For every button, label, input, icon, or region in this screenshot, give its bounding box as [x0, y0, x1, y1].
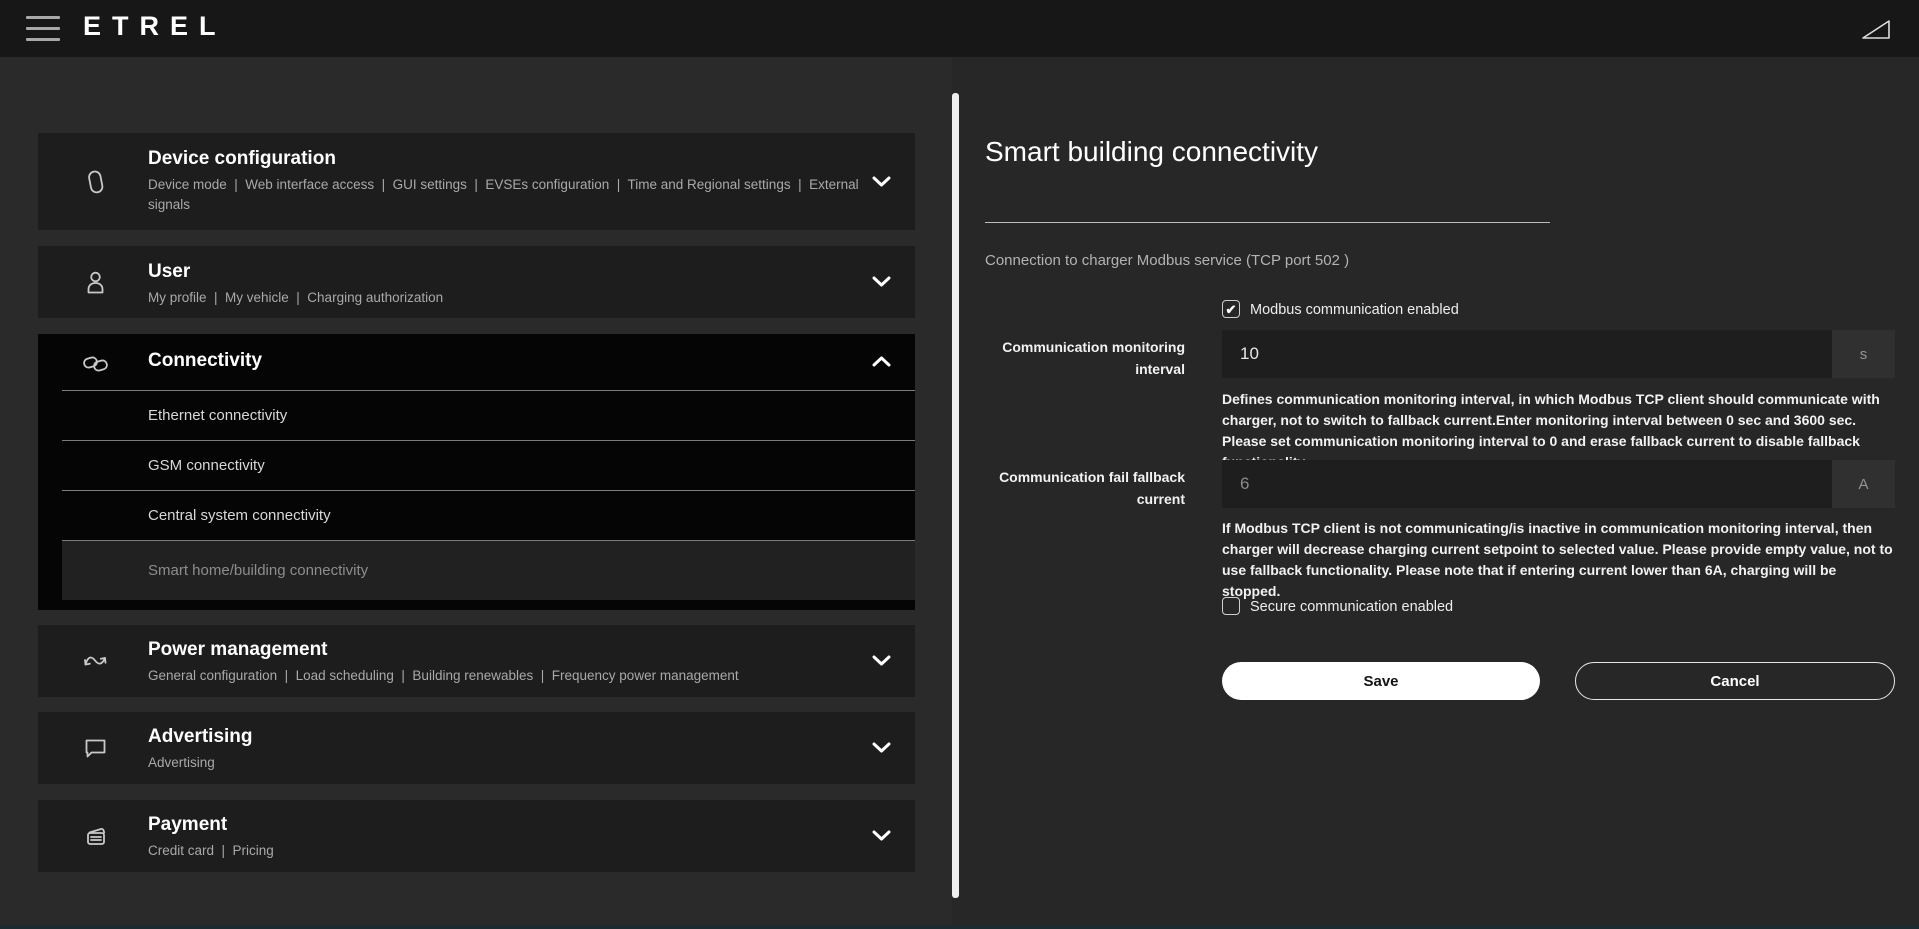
user-icon	[82, 269, 109, 296]
section-title: Device configuration	[148, 148, 915, 170]
app-window: ETREL Device configuration Device mode |…	[0, 0, 1919, 929]
power-wave-icon	[82, 648, 109, 675]
sidebar-item-device-configuration[interactable]: Device configuration Device mode | Web i…	[38, 133, 915, 230]
checkmark-icon: ✔	[1226, 303, 1237, 316]
section-subtitle: Credit card | Pricing	[148, 841, 878, 861]
sidebar-item-advertising[interactable]: Advertising Advertising	[38, 712, 915, 784]
fallback-current-help: If Modbus TCP client is not communicatin…	[1222, 518, 1896, 602]
sidebar-item-user[interactable]: User My profile | My vehicle | Charging …	[38, 246, 915, 318]
monitoring-interval-input[interactable]	[1222, 330, 1832, 378]
monitoring-interval-field: s	[1222, 330, 1895, 378]
sidebar-item-smart-home-building-connectivity[interactable]: Smart home/building connectivity	[62, 541, 915, 600]
section-subtitle: Device mode | Web interface access | GUI…	[148, 175, 878, 215]
sidebar-item-central-system-connectivity[interactable]: Central system connectivity	[62, 491, 915, 540]
credit-card-icon	[82, 823, 109, 850]
save-button[interactable]: Save	[1222, 662, 1540, 700]
signal-triangle-icon	[1861, 18, 1891, 40]
monitoring-interval-label: Communication monitoring interval	[995, 336, 1185, 380]
section-subtitle: Advertising	[148, 753, 878, 773]
divider	[985, 222, 1550, 223]
sidebar-item-ethernet-connectivity[interactable]: Ethernet connectivity	[62, 391, 915, 440]
section-title: Connectivity	[148, 350, 915, 372]
page-title: Smart building connectivity	[985, 136, 1318, 168]
hamburger-menu-icon[interactable]	[26, 16, 60, 41]
speech-bubble-icon	[82, 735, 109, 762]
section-heading: Connection to charger Modbus service (TC…	[985, 252, 1349, 269]
section-subtitle: General configuration | Load scheduling …	[148, 666, 878, 686]
chevron-up-icon	[872, 356, 891, 368]
secure-communication-label: Secure communication enabled	[1250, 599, 1453, 615]
section-title: Advertising	[148, 726, 915, 748]
chevron-down-icon	[872, 276, 891, 288]
chevron-down-icon	[872, 830, 891, 842]
chevron-down-icon	[872, 655, 891, 667]
chevron-down-icon	[872, 742, 891, 754]
section-title: Payment	[148, 814, 915, 836]
connectivity-icon	[82, 350, 109, 377]
section-title: User	[148, 261, 915, 283]
sidebar-item-connectivity[interactable]: Connectivity	[38, 334, 915, 390]
sidebar-item-payment[interactable]: Payment Credit card | Pricing	[38, 800, 915, 872]
section-subtitle: My profile | My vehicle | Charging autho…	[148, 288, 878, 308]
fallback-current-label: Communication fail fallback current	[995, 466, 1185, 510]
top-bar: ETREL	[0, 0, 1919, 57]
cancel-button[interactable]: Cancel	[1575, 662, 1895, 700]
device-icon	[82, 168, 109, 195]
sidebar-item-power-management[interactable]: Power management General configuration |…	[38, 625, 915, 697]
brand-logo: ETREL	[83, 11, 227, 42]
fallback-current-input[interactable]	[1222, 460, 1832, 508]
unit-seconds: s	[1832, 330, 1895, 378]
sidebar-section-connectivity: Connectivity Ethernet connectivity GSM c…	[38, 334, 915, 610]
bottom-strip	[0, 925, 1919, 929]
chevron-down-icon	[872, 176, 891, 188]
section-title: Power management	[148, 639, 915, 661]
modbus-enabled-checkbox[interactable]: ✔	[1222, 300, 1240, 318]
secure-communication-checkbox[interactable]	[1222, 597, 1240, 615]
fallback-current-field: A	[1222, 460, 1895, 508]
sidebar-item-gsm-connectivity[interactable]: GSM connectivity	[62, 441, 915, 490]
unit-amps: A	[1832, 460, 1895, 508]
sidebar-scrollbar[interactable]	[952, 93, 959, 898]
modbus-enabled-label: Modbus communication enabled	[1250, 302, 1459, 318]
